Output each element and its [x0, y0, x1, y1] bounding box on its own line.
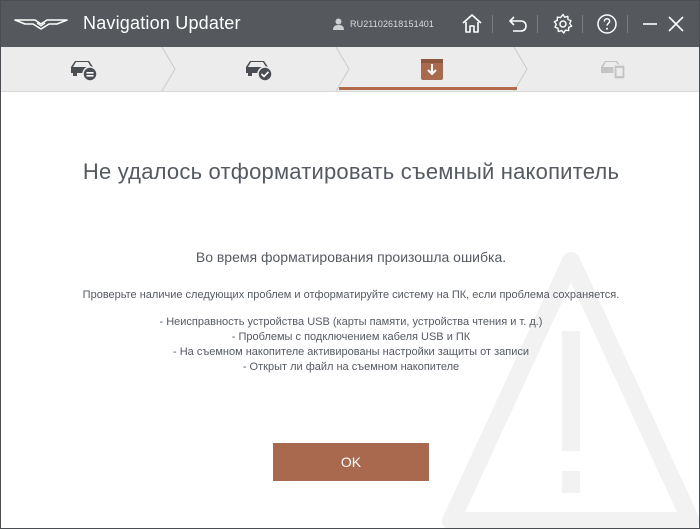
step-2: [244, 47, 274, 91]
step-3: [420, 47, 444, 91]
step-4: [599, 47, 629, 91]
user-icon: [333, 18, 344, 30]
brand-logo: [14, 19, 68, 30]
title-bar: Navigation Updater RU21102618151401: [1, 1, 699, 47]
toolbar-divider: [537, 15, 538, 33]
dialog-title: Не удалось отформатировать съемный накоп…: [82, 159, 620, 184]
close-icon[interactable]: [664, 12, 688, 36]
step-chevron-icon: [161, 47, 176, 91]
toolbar-divider: [492, 15, 493, 33]
toolbar-divider: [627, 15, 628, 33]
ok-button[interactable]: OK: [273, 443, 429, 481]
home-icon[interactable]: [460, 12, 484, 36]
list-item: - Неисправность устройства USB (карты па…: [159, 316, 543, 328]
download-icon: [421, 59, 443, 80]
list-item: - На съемном накопителе активированы нас…: [172, 346, 529, 358]
help-icon[interactable]: [595, 12, 619, 36]
list-item: - Открыт ли файл на съемном накопителе: [242, 361, 460, 373]
instruction-text: Проверьте наличие следующих проблем и от…: [82, 289, 620, 301]
progress-steps: [1, 47, 699, 92]
back-icon[interactable]: [506, 12, 530, 36]
app-title: Navigation Updater: [83, 13, 241, 33]
step-chevron-icon: [335, 47, 350, 91]
issue-list: - Неисправность устройства USB (карты па…: [1, 315, 699, 375]
active-step-indicator: [339, 87, 517, 90]
car-usb-icon: [71, 61, 98, 82]
error-message: Во время форматирования произошла ошибка…: [195, 249, 507, 265]
toolbar-divider: [582, 15, 583, 33]
list-item: - Проблемы с подключением кабеля USB и П…: [231, 331, 471, 343]
user-info: RU21102618151401: [333, 17, 434, 31]
step-1: [69, 47, 99, 91]
car-device-icon: [601, 61, 626, 80]
user-id: RU21102618151401: [350, 19, 435, 29]
step-chevron-icon: [513, 47, 528, 91]
minimize-icon[interactable]: [638, 12, 662, 36]
app-window: Navigation Updater RU21102618151401 Не у…: [0, 0, 700, 529]
gear-icon[interactable]: [551, 12, 575, 36]
car-check-icon: [246, 61, 273, 82]
